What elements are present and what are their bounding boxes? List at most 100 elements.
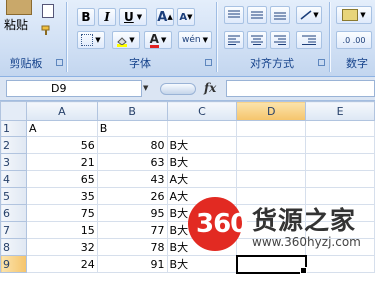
clipboard-launcher-icon[interactable] <box>56 59 63 66</box>
cell-d1[interactable] <box>236 120 307 137</box>
font-launcher-icon[interactable] <box>205 59 212 66</box>
row-header[interactable]: 8 <box>0 238 27 256</box>
cell-b6[interactable]: 95 <box>96 204 168 222</box>
cell-a9[interactable]: 24 <box>25 255 98 273</box>
insert-function-button[interactable]: fx <box>204 81 216 95</box>
fill-handle[interactable] <box>300 267 307 274</box>
cell-b7[interactable]: 77 <box>96 221 168 239</box>
group-divider <box>329 2 330 72</box>
watermark: 360 货源之家 www.360hyzj.com <box>186 195 371 257</box>
cell-b3[interactable]: 63 <box>96 153 168 171</box>
column-header-e[interactable]: E <box>305 101 375 121</box>
paste-button[interactable]: 粘贴 <box>4 16 28 33</box>
align-top-icon <box>228 10 240 18</box>
underline-label: U <box>124 10 134 24</box>
cell-a8[interactable]: 32 <box>25 238 98 256</box>
cell-e4[interactable] <box>305 170 375 188</box>
borders-button[interactable]: ▼ <box>77 31 105 49</box>
align-center-button[interactable] <box>247 31 267 49</box>
table-row: 3 21 63 B大 <box>0 153 375 171</box>
chevron-down-icon[interactable]: ▼ <box>203 36 208 44</box>
copy-icon[interactable] <box>42 4 54 18</box>
row-header[interactable]: 3 <box>0 153 27 171</box>
cell-b1[interactable]: B <box>96 120 168 137</box>
row-header[interactable]: 9 <box>0 255 27 273</box>
name-box[interactable]: D9 <box>6 80 142 97</box>
cell-c3[interactable]: B大 <box>166 153 238 171</box>
table-row: 4 65 43 A大 <box>0 170 375 188</box>
font-color-button[interactable]: A ▼ <box>144 31 172 49</box>
cell-a7[interactable]: 15 <box>25 221 98 239</box>
cell-e2[interactable] <box>305 136 375 154</box>
cell-a4[interactable]: 65 <box>25 170 98 188</box>
row-header[interactable]: 4 <box>0 170 27 188</box>
number-format-button[interactable]: ▼ <box>336 6 372 24</box>
row-header[interactable]: 1 <box>0 120 27 137</box>
paste-icon[interactable] <box>6 0 32 15</box>
cell-b8[interactable]: 78 <box>96 238 168 256</box>
cell-e9[interactable] <box>305 255 375 273</box>
chevron-down-icon[interactable]: ▼ <box>137 13 142 21</box>
chevron-down-icon[interactable]: ▼ <box>129 36 134 44</box>
italic-button[interactable]: I <box>98 8 116 26</box>
cell-a6[interactable]: 75 <box>25 204 98 222</box>
align-middle-button[interactable] <box>247 6 267 24</box>
cell-e3[interactable] <box>305 153 375 171</box>
cell-a2[interactable]: 56 <box>25 136 98 154</box>
cell-a5[interactable]: 35 <box>25 187 98 205</box>
font-grow-button[interactable]: A ▲ <box>156 8 174 26</box>
clipboard-group-label: 剪贴板 <box>9 57 43 70</box>
cell-b4[interactable]: 43 <box>96 170 168 188</box>
cell-b5[interactable]: 26 <box>96 187 168 205</box>
cell-c1[interactable] <box>166 120 238 137</box>
bold-button[interactable]: B <box>77 8 95 26</box>
column-header-c[interactable]: C <box>166 101 238 121</box>
cell-a1[interactable]: A <box>25 120 98 137</box>
chevron-down-icon[interactable]: ▼ <box>360 11 365 19</box>
table-row: 9 24 91 B大 <box>0 254 375 274</box>
group-divider <box>66 2 67 72</box>
formula-bar-splitter[interactable] <box>160 83 196 95</box>
cell-a3[interactable]: 21 <box>25 153 98 171</box>
cell-d2[interactable] <box>236 136 307 154</box>
align-left-button[interactable] <box>224 31 244 49</box>
bold-label: B <box>81 10 91 24</box>
formula-input[interactable] <box>226 80 375 97</box>
cell-e1[interactable] <box>305 120 375 137</box>
column-header-a[interactable]: A <box>25 101 98 121</box>
name-box-dropdown-icon[interactable]: ▼ <box>143 81 155 96</box>
fill-color-button[interactable]: ▼ <box>112 31 140 49</box>
align-top-button[interactable] <box>224 6 244 24</box>
column-header-d[interactable]: D <box>236 101 307 121</box>
align-bottom-button[interactable] <box>270 6 290 24</box>
font-group-label: 字体 <box>129 57 151 70</box>
cell-c4[interactable]: A大 <box>166 170 238 188</box>
row-header[interactable]: 2 <box>0 136 27 154</box>
font-shrink-button[interactable]: A ▼ <box>177 8 195 26</box>
underline-button[interactable]: U ▼ <box>119 8 147 26</box>
alignment-launcher-icon[interactable] <box>318 59 325 66</box>
ribbon: 粘贴 剪贴板 B I U ▼ A▲ A▼ ▼ ▼ A ▼ wén ▼ 字体 <box>0 0 375 77</box>
row-header[interactable]: 7 <box>0 221 27 239</box>
cell-c2[interactable]: B大 <box>166 136 238 154</box>
column-header-b[interactable]: B <box>96 101 168 121</box>
cell-c9[interactable]: B大 <box>166 255 238 273</box>
align-right-button[interactable] <box>270 31 290 49</box>
chevron-down-icon[interactable]: ▼ <box>313 11 318 19</box>
format-painter-icon[interactable] <box>40 24 54 36</box>
cell-d3[interactable] <box>236 153 307 171</box>
cell-d4[interactable] <box>236 170 307 188</box>
select-all-corner[interactable] <box>0 101 27 121</box>
indent-button[interactable] <box>296 31 322 49</box>
decimal-button[interactable]: .0 .00 <box>336 31 372 49</box>
row-header[interactable]: 5 <box>0 187 27 205</box>
chevron-down-icon[interactable]: ▼ <box>95 36 100 44</box>
orientation-button[interactable]: ▼ <box>296 6 322 24</box>
cell-d9-selected[interactable] <box>235 254 307 274</box>
chevron-down-icon[interactable]: ▼ <box>161 36 166 44</box>
row-header[interactable]: 6 <box>0 204 27 222</box>
align-center-icon <box>251 35 263 45</box>
cell-b2[interactable]: 80 <box>96 136 168 154</box>
cell-b9[interactable]: 91 <box>96 255 168 273</box>
phonetic-button[interactable]: wén ▼ <box>178 31 212 49</box>
